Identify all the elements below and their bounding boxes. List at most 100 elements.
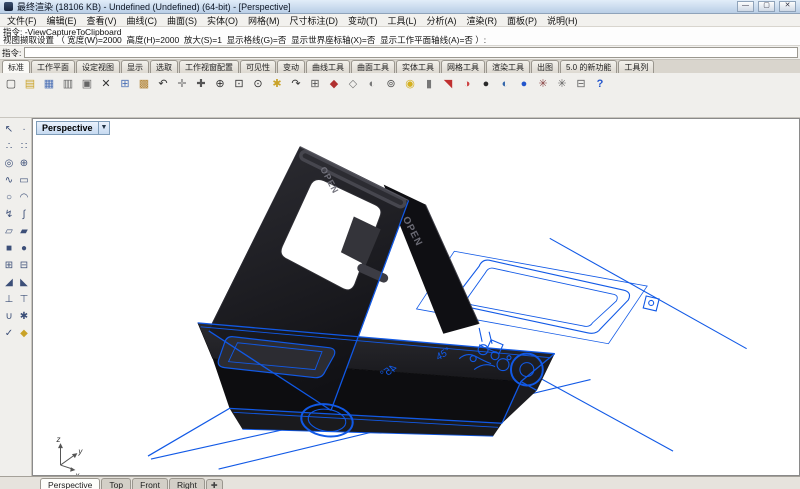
toolbar-tab[interactable]: 工作平面 — [31, 60, 75, 73]
menu-item[interactable]: 工具(L) — [383, 14, 422, 27]
viewport-canvas[interactable]: OPEN OPEN — [33, 119, 799, 475]
toolbar-tab[interactable]: 出图 — [531, 60, 559, 73]
toolbar-tab[interactable]: 曲线工具 — [306, 60, 350, 73]
minimize-button[interactable]: — — [737, 1, 754, 12]
maximize-button[interactable]: ▢ — [758, 1, 775, 12]
print-icon[interactable]: ▥ — [59, 75, 77, 93]
surface-plane-icon[interactable]: ▱ — [1, 223, 17, 239]
box-icon[interactable]: ■ — [1, 240, 17, 256]
layer-grid-icon[interactable]: ⊞ — [306, 75, 324, 93]
close-button[interactable]: ✕ — [779, 1, 796, 12]
viewport-tab[interactable]: Perspective — [40, 478, 100, 489]
menu-item[interactable]: 说明(H) — [542, 14, 583, 27]
menu-item[interactable]: 实体(O) — [202, 14, 243, 27]
menu-item[interactable]: 曲面(S) — [162, 14, 202, 27]
handle-curve-icon[interactable]: ∫ — [16, 206, 32, 222]
menu-item[interactable]: 编辑(E) — [42, 14, 82, 27]
sphere-icon[interactable]: ● — [16, 240, 32, 256]
zoom-window-icon[interactable]: ⊡ — [230, 75, 248, 93]
color-wheel-icon[interactable]: ◑ — [458, 75, 476, 93]
circle-tangent-icon[interactable]: ⊕ — [16, 155, 32, 171]
join-icon[interactable]: ∪ — [1, 308, 17, 324]
record-history-icon[interactable]: ⊚ — [382, 75, 400, 93]
toolbar-tab[interactable]: 选取 — [150, 60, 178, 73]
gear-icon[interactable]: ✳ — [553, 75, 571, 93]
display-mode-icon[interactable]: ◇ — [344, 75, 362, 93]
gold-material-icon[interactable]: ◆ — [16, 325, 32, 341]
delete-icon[interactable]: ✕ — [97, 75, 115, 93]
rotate-view-icon[interactable]: ↷ — [287, 75, 305, 93]
chamfer-icon[interactable]: ◣ — [16, 274, 32, 290]
viewport-tab[interactable]: Front — [132, 478, 168, 489]
trim-icon[interactable]: ⊥ — [1, 291, 17, 307]
arc-icon[interactable]: ◠ — [16, 189, 32, 205]
freeform-curve-icon[interactable]: ∿ — [1, 172, 17, 188]
sphere-blue-icon[interactable]: ● — [515, 75, 533, 93]
select-arrow-icon[interactable]: ↖ — [1, 121, 17, 137]
sphere-dark-icon[interactable]: ● — [477, 75, 495, 93]
edit-points-icon[interactable]: ∷ — [16, 138, 32, 154]
zoom-dynamic-icon[interactable]: ⊕ — [211, 75, 229, 93]
toolbar-tab[interactable]: 曲面工具 — [351, 60, 395, 73]
toolbar-tab[interactable]: 可见性 — [240, 60, 276, 73]
render-icon[interactable]: ◥ — [439, 75, 457, 93]
explode-icon[interactable]: ✱ — [16, 308, 32, 324]
toolbar-tab[interactable]: 实体工具 — [396, 60, 440, 73]
menu-item[interactable]: 变动(T) — [343, 14, 383, 27]
open-file-icon[interactable]: ▤ — [21, 75, 39, 93]
surface-corner-icon[interactable]: ▰ — [16, 223, 32, 239]
paste-icon[interactable]: ▩ — [135, 75, 153, 93]
split-icon[interactable]: ⊤ — [16, 291, 32, 307]
control-points-icon[interactable]: ∴ — [1, 138, 17, 154]
named-view-icon[interactable]: ◆ — [325, 75, 343, 93]
copy-icon[interactable]: ⊞ — [116, 75, 134, 93]
chevron-down-icon[interactable]: ▼ — [99, 121, 111, 135]
move-icon[interactable]: ✚ — [192, 75, 210, 93]
perspective-viewport[interactable]: Perspective ▼ — [32, 118, 800, 476]
sphere-earth-icon[interactable]: ◐ — [496, 75, 514, 93]
options-icon[interactable]: ✳ — [534, 75, 552, 93]
toolbar-tab[interactable]: 标准 — [2, 60, 30, 73]
toolbar-tab[interactable]: 渲染工具 — [486, 60, 530, 73]
menu-item[interactable]: 尺寸标注(D) — [285, 14, 344, 27]
help-icon[interactable]: ? — [591, 75, 609, 93]
check-icon[interactable]: ✓ — [1, 325, 17, 341]
toolbar-tab[interactable]: 变动 — [277, 60, 305, 73]
toolbar-tab[interactable]: 显示 — [121, 60, 149, 73]
key-icon[interactable]: ✱ — [268, 75, 286, 93]
menu-item[interactable]: 查看(V) — [82, 14, 122, 27]
light-icon[interactable]: ◉ — [401, 75, 419, 93]
menu-item[interactable]: 分析(A) — [422, 14, 462, 27]
save-icon[interactable]: ▦ — [40, 75, 58, 93]
toolbar-tab[interactable]: 5.0 的新功能 — [560, 60, 617, 73]
new-viewport-tab-button[interactable]: ✚ — [206, 479, 223, 489]
zoom-extents-icon[interactable]: ⊙ — [249, 75, 267, 93]
menu-item[interactable]: 网格(M) — [243, 14, 285, 27]
menu-item[interactable]: 文件(F) — [2, 14, 42, 27]
polyline-icon[interactable]: ↯ — [1, 206, 17, 222]
menu-item[interactable]: 曲线(C) — [122, 14, 163, 27]
viewport-tab[interactable]: Right — [169, 478, 205, 489]
viewport-tab[interactable]: Top — [101, 478, 131, 489]
pan-view-icon[interactable]: ✛ — [173, 75, 191, 93]
viewport-title-label[interactable]: Perspective — [36, 121, 99, 135]
rectangle-icon[interactable]: ▭ — [16, 172, 32, 188]
boolean-difference-icon[interactable]: ⊟ — [16, 257, 32, 273]
command-input[interactable] — [24, 47, 798, 58]
undo-icon[interactable]: ↶ — [154, 75, 172, 93]
lock-icon[interactable]: ▮ — [420, 75, 438, 93]
export-view-icon[interactable]: ▣ — [78, 75, 96, 93]
toolbar-tab[interactable]: 工作视窗配置 — [179, 60, 239, 73]
toolbar-tab[interactable]: 设定视图 — [76, 60, 120, 73]
point-icon[interactable]: ∙ — [16, 121, 32, 137]
new-file-icon[interactable]: ▢ — [2, 75, 20, 93]
menu-item[interactable]: 面板(P) — [502, 14, 542, 27]
circle-center-icon[interactable]: ◎ — [1, 155, 17, 171]
circle-icon[interactable]: ○ — [1, 189, 17, 205]
shade-icon[interactable]: ◐ — [363, 75, 381, 93]
menu-item[interactable]: 渲染(R) — [462, 14, 503, 27]
popup-toolbar-icon[interactable]: ⊟ — [572, 75, 590, 93]
fillet-icon[interactable]: ◢ — [1, 274, 17, 290]
boolean-union-icon[interactable]: ⊞ — [1, 257, 17, 273]
toolbar-tab[interactable]: 工具列 — [618, 60, 654, 73]
